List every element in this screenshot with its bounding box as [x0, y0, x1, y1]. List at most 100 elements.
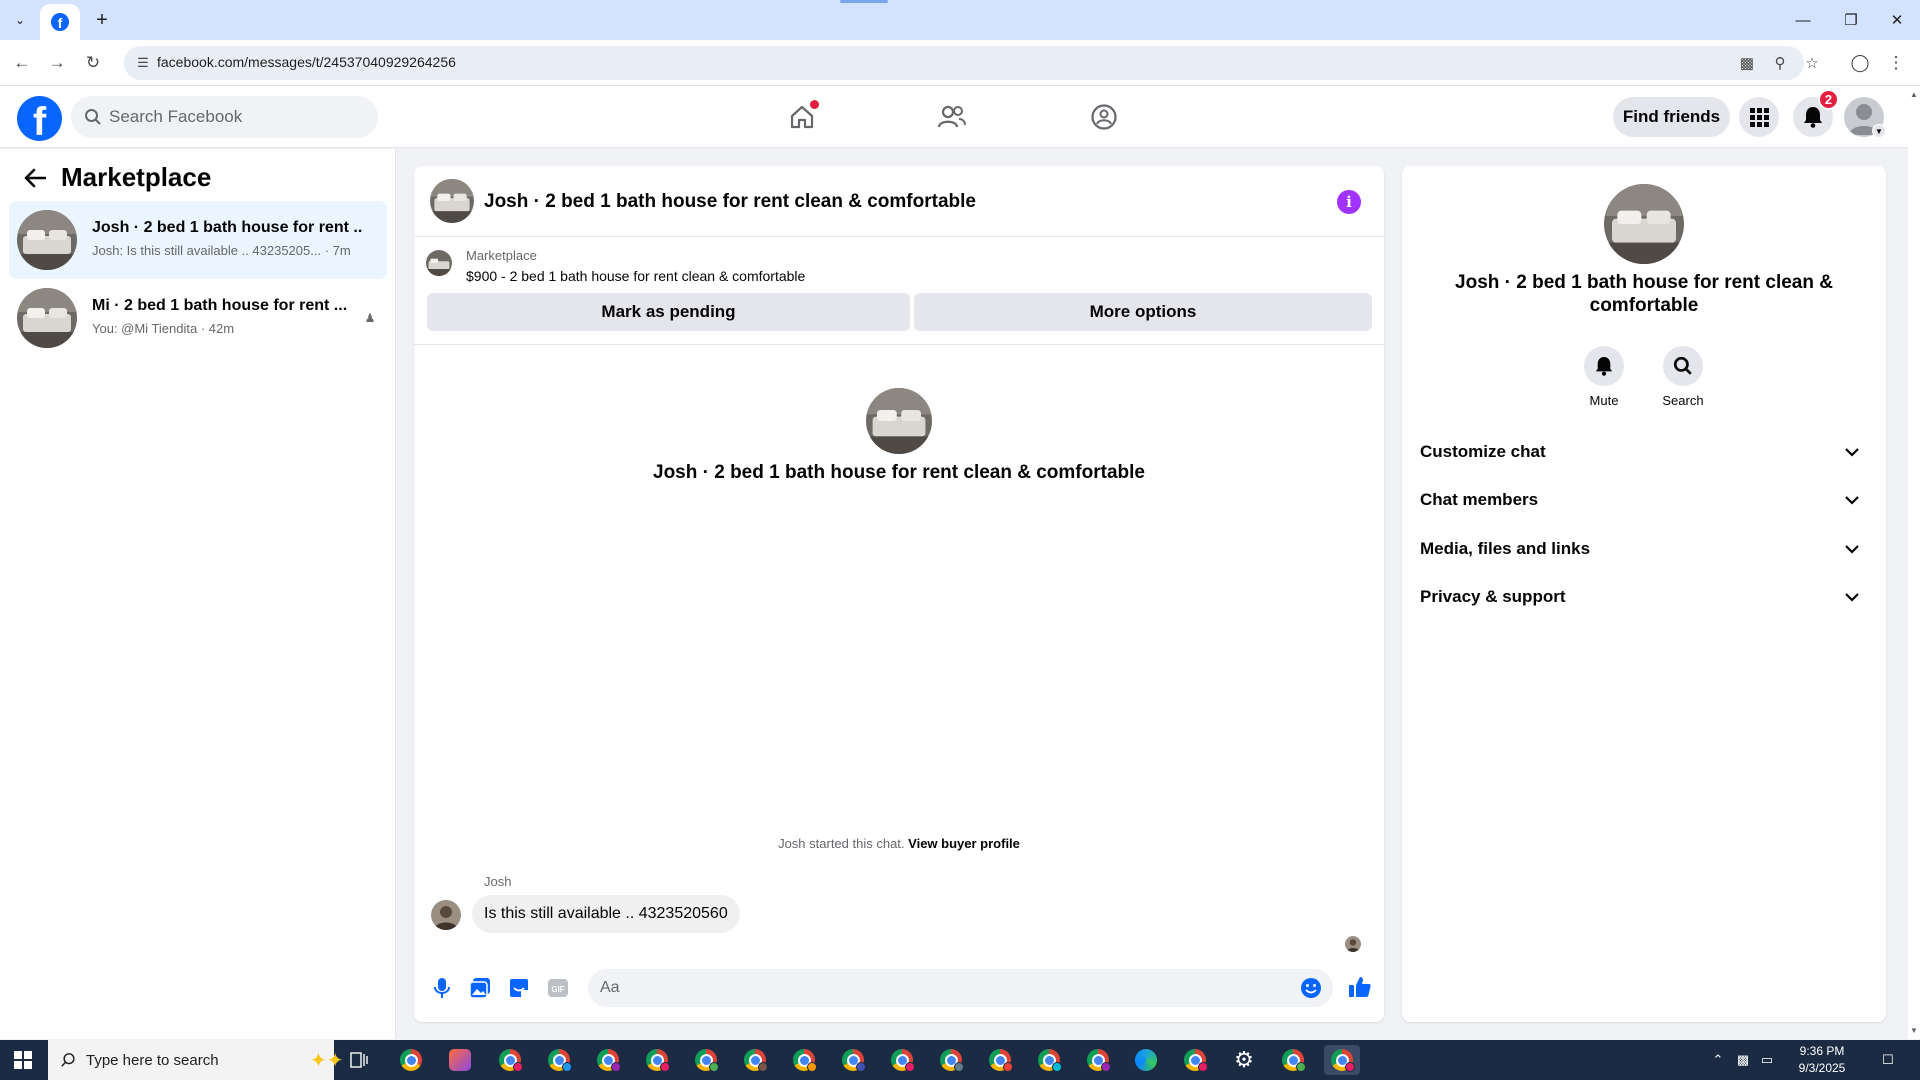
emoji-icon[interactable]: [1300, 977, 1322, 999]
chrome-taskbar-icon[interactable]: [1177, 1045, 1213, 1075]
menu-button[interactable]: [1739, 97, 1779, 137]
site-info-icon[interactable]: ☰: [134, 54, 152, 72]
chat-list-item[interactable]: Josh · 2 bed 1 bath house for rent ... J…: [9, 201, 387, 279]
account-chevron-icon[interactable]: ▼: [1872, 124, 1886, 138]
search-in-chat-button[interactable]: Search: [1648, 346, 1718, 408]
zoom-icon[interactable]: ⚲: [1770, 53, 1790, 73]
thumbs-up-icon[interactable]: [1347, 974, 1373, 1000]
reload-icon[interactable]: ↻: [81, 51, 105, 75]
browser-menu-icon[interactable]: ⋮: [1884, 51, 1908, 75]
conversation-avatar[interactable]: [430, 179, 474, 223]
chrome-taskbar-icon-active[interactable]: [1324, 1045, 1360, 1075]
facebook-search[interactable]: [71, 96, 378, 138]
browser-tab-facebook[interactable]: f: [40, 4, 80, 40]
back-icon[interactable]: ←: [10, 51, 34, 75]
chat-members-section[interactable]: Chat members: [1410, 478, 1878, 522]
chrome-taskbar-icon[interactable]: [884, 1045, 920, 1075]
chrome-taskbar-icon[interactable]: [492, 1045, 528, 1075]
listing-price-title[interactable]: $900 - 2 bed 1 bath house for rent clean…: [466, 268, 805, 284]
chrome-taskbar-icon[interactable]: [786, 1045, 822, 1075]
nav-groups[interactable]: [1049, 92, 1159, 142]
sender-avatar[interactable]: [431, 900, 461, 930]
message-bubble[interactable]: Is this still available .. 4323520560: [472, 895, 740, 933]
clock-date: 9/3/2025: [1798, 1061, 1846, 1075]
message-composer[interactable]: [588, 969, 1333, 1007]
facebook-favicon-icon: f: [51, 13, 69, 31]
sticker-icon[interactable]: [507, 976, 531, 1000]
search-input[interactable]: [109, 96, 369, 138]
nav-friends[interactable]: [897, 92, 1007, 142]
chrome-taskbar-icon[interactable]: [1031, 1045, 1067, 1075]
chrome-taskbar-icon[interactable]: [688, 1045, 724, 1075]
task-view-icon[interactable]: [341, 1045, 377, 1075]
page-scrollbar[interactable]: ▲ ▼: [1908, 86, 1920, 1039]
photo-icon[interactable]: [468, 976, 492, 1000]
back-arrow-icon[interactable]: [22, 165, 48, 191]
customize-chat-section[interactable]: Customize chat: [1410, 430, 1878, 474]
chat-info-avatar[interactable]: [1604, 184, 1684, 264]
notification-center-icon[interactable]: ☐: [1868, 1040, 1908, 1080]
more-options-button[interactable]: More options: [914, 293, 1372, 331]
app-taskbar-icon[interactable]: [442, 1045, 478, 1075]
find-friends-button[interactable]: Find friends: [1613, 97, 1730, 137]
chrome-taskbar-icon[interactable]: [541, 1045, 577, 1075]
search-icon: [60, 1051, 78, 1069]
browser-tabstrip: ⌄ f + — ❐ ✕: [0, 0, 1920, 40]
gif-icon[interactable]: GIF: [546, 976, 570, 1000]
chat-info-panel: Josh · 2 bed 1 bath house for rent clean…: [1402, 166, 1886, 1022]
search-icon[interactable]: [1663, 346, 1703, 386]
taskbar-search-input[interactable]: [86, 1040, 276, 1080]
chrome-taskbar-icon[interactable]: [835, 1045, 871, 1075]
forward-icon[interactable]: →: [45, 51, 69, 75]
chrome-taskbar-icon[interactable]: [393, 1045, 429, 1075]
bookmark-star-icon[interactable]: ☆: [1802, 53, 1822, 73]
install-app-icon[interactable]: ▩: [1737, 53, 1757, 73]
scroll-up-icon[interactable]: ▲: [1910, 90, 1918, 99]
info-icon[interactable]: i: [1337, 190, 1361, 214]
address-bar[interactable]: ☰ facebook.com/messages/t/24537040929264…: [124, 46, 1819, 80]
privacy-support-section[interactable]: Privacy & support: [1410, 575, 1878, 619]
conversation-profile-avatar[interactable]: [866, 388, 932, 454]
chat-list-item[interactable]: Mi · 2 bed 1 bath house for rent ... You…: [9, 279, 387, 357]
chrome-taskbar-icon[interactable]: [639, 1045, 675, 1075]
taskbar-clock[interactable]: 9:36 PM 9/3/2025: [1782, 1043, 1862, 1077]
browser-profile-icon[interactable]: ◯: [1848, 51, 1872, 75]
chrome-taskbar-icon[interactable]: [1080, 1045, 1116, 1075]
meet-now-icon[interactable]: ▩: [1732, 1040, 1754, 1080]
listing-thumbnail[interactable]: [426, 250, 452, 276]
view-buyer-profile-link[interactable]: View buyer profile: [908, 836, 1020, 851]
chat-preview: You: @Mi Tiendita · 42m: [92, 321, 235, 336]
media-files-links-section[interactable]: Media, files and links: [1410, 527, 1878, 571]
tray-overflow-icon[interactable]: ⌃: [1708, 1040, 1728, 1080]
scroll-down-icon[interactable]: ▼: [1910, 1026, 1918, 1035]
groups-icon: [1091, 104, 1117, 130]
new-tab-icon[interactable]: +: [90, 8, 114, 32]
restore-icon[interactable]: ❐: [1828, 0, 1874, 40]
chrome-taskbar-icon[interactable]: [982, 1045, 1018, 1075]
network-icon[interactable]: ▭: [1756, 1040, 1778, 1080]
nav-home[interactable]: [747, 92, 857, 142]
conversation-panel: Josh · 2 bed 1 bath house for rent clean…: [414, 166, 1384, 1022]
chevron-down-icon: [1842, 587, 1862, 607]
url-text[interactable]: facebook.com/messages/t/2453704092926425…: [157, 54, 456, 70]
chrome-taskbar-icon[interactable]: [737, 1045, 773, 1075]
conversation-title[interactable]: Josh · 2 bed 1 bath house for rent clean…: [484, 191, 976, 213]
bell-icon[interactable]: [1584, 346, 1624, 386]
section-label: Privacy & support: [1420, 587, 1566, 606]
chrome-taskbar-icon[interactable]: [590, 1045, 626, 1075]
microphone-icon[interactable]: [430, 976, 454, 1000]
message-input[interactable]: [600, 969, 1280, 1007]
taskbar-search[interactable]: ✦✦: [48, 1040, 344, 1080]
settings-taskbar-icon[interactable]: ⚙: [1226, 1045, 1262, 1075]
edge-taskbar-icon[interactable]: [1128, 1045, 1164, 1075]
windows-start-icon[interactable]: [0, 1040, 46, 1080]
mark-as-pending-button[interactable]: Mark as pending: [427, 293, 910, 331]
chrome-taskbar-icon[interactable]: [933, 1045, 969, 1075]
chrome-taskbar-icon[interactable]: [1275, 1045, 1311, 1075]
tab-search-menu-icon[interactable]: ⌄: [8, 8, 32, 32]
close-window-icon[interactable]: ✕: [1874, 0, 1920, 40]
mute-button[interactable]: Mute: [1569, 346, 1639, 408]
minimize-icon[interactable]: —: [1780, 0, 1826, 40]
svg-text:GIF: GIF: [551, 985, 564, 994]
facebook-logo-icon[interactable]: f: [17, 96, 62, 141]
